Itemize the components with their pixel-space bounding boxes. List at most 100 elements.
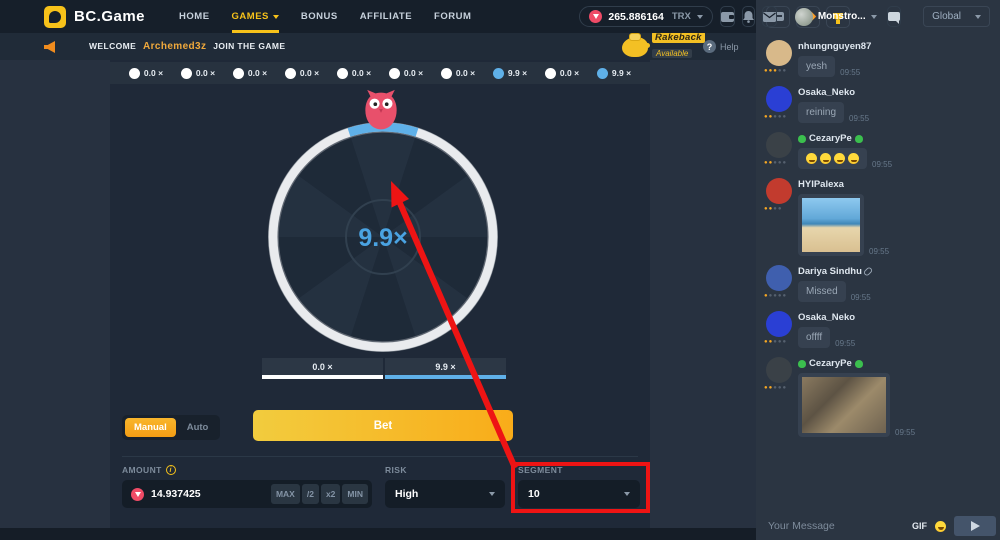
chat-username[interactable]: CezaryPe xyxy=(809,358,852,369)
balance-pill[interactable]: 265.886164 TRX xyxy=(579,6,712,27)
laughing-emoji-icon xyxy=(820,153,831,164)
chat-username[interactable]: Osaka_Neko xyxy=(798,312,855,323)
help-label: Help xyxy=(720,42,739,52)
link-icon xyxy=(863,266,874,277)
messages-button[interactable] xyxy=(762,6,777,27)
chat-username[interactable]: Osaka_Neko xyxy=(798,87,855,98)
balance-value: 265.886164 xyxy=(608,11,663,23)
banner-text: WELCOME Archemed3z JOIN THE GAME xyxy=(89,41,285,52)
avatar[interactable] xyxy=(766,178,792,204)
multiplier-value: 0.0 × xyxy=(300,68,319,78)
rakeback-widget[interactable]: Rakeback Available xyxy=(622,33,705,60)
chat-channel-dropdown[interactable]: Global xyxy=(923,6,990,27)
wheel-game-panel: 0.0 × 0.0 × 0.0 × 0.0 × xyxy=(110,60,650,528)
chat-image-attachment[interactable] xyxy=(798,194,864,256)
notifications-button[interactable] xyxy=(742,6,755,27)
chat-message-input[interactable]: Your Message xyxy=(768,520,904,532)
history-chip[interactable]: 9.9 × xyxy=(597,68,631,79)
payout-bar[interactable]: 0.0 × xyxy=(262,358,383,379)
avatar[interactable] xyxy=(766,357,792,383)
auto-mode-button[interactable]: Auto xyxy=(178,418,218,437)
message-timestamp: 09:55 xyxy=(849,114,869,123)
avatar[interactable] xyxy=(766,265,792,291)
chevron-down-icon xyxy=(871,15,877,19)
info-icon[interactable] xyxy=(166,465,176,475)
dim-badge-icons: ●●● xyxy=(773,339,787,345)
user-badges: ●●●●● xyxy=(764,293,798,299)
multiplier-value: 0.0 × xyxy=(456,68,475,78)
nav-link[interactable]: HOME xyxy=(179,0,210,33)
avatar[interactable] xyxy=(766,86,792,112)
nav-link[interactable]: GAMES xyxy=(232,0,279,33)
bet-button[interactable]: Bet xyxy=(253,410,513,441)
risk-dropdown[interactable]: High xyxy=(385,480,505,508)
owl-mascot-icon xyxy=(358,88,404,134)
nav-link[interactable]: BONUS xyxy=(301,0,338,33)
payout-underline xyxy=(385,375,506,379)
history-chip[interactable]: 0.0 × xyxy=(337,68,371,79)
chat-channel-value: Global xyxy=(932,11,961,22)
gif-button[interactable]: GIF xyxy=(912,521,927,531)
chat-username[interactable]: CezaryPe xyxy=(809,133,852,144)
nav-link[interactable]: FORUM xyxy=(434,0,471,33)
amount-quick-button[interactable]: MAX xyxy=(271,484,300,504)
history-chip[interactable]: 0.0 × xyxy=(545,68,579,79)
gold-badge-icons: ●● xyxy=(764,339,773,345)
send-button[interactable] xyxy=(954,516,996,536)
user-menu[interactable]: Monstro... xyxy=(795,8,877,26)
dim-badge-icons: ●● xyxy=(778,68,787,74)
chat-header: Global xyxy=(756,0,1000,33)
risk-label: RISK xyxy=(385,465,407,475)
avatar[interactable] xyxy=(766,40,792,66)
amount-input[interactable]: 14.937425 MAX /2 x2 MIN xyxy=(122,480,372,508)
history-chip[interactable]: 9.9 × xyxy=(493,68,527,79)
amount-quick-button[interactable]: /2 xyxy=(302,484,319,504)
history-chip[interactable]: 0.0 × xyxy=(389,68,423,79)
avatar[interactable] xyxy=(766,311,792,337)
chat-username[interactable]: Dariya Sindhu xyxy=(798,266,862,277)
nav-link[interactable]: AFFILIATE xyxy=(360,0,412,33)
laughing-emoji-icon xyxy=(806,153,817,164)
chat-panel: Global ●●●●● nhungnguyen xyxy=(756,0,1000,540)
multiplier-dot-icon xyxy=(285,68,296,79)
history-chip[interactable]: 0.0 × xyxy=(181,68,215,79)
user-badges: ●●●●● xyxy=(764,160,798,166)
chat-toggle-button[interactable] xyxy=(887,6,901,27)
multiplier-value: 9.9 × xyxy=(612,68,631,78)
payout-label: 0.0 × xyxy=(262,358,383,375)
gold-badge-icons: ●● xyxy=(764,160,773,166)
user-badges: ●●●●● xyxy=(764,114,798,120)
chat-message-bubble: Missed xyxy=(798,281,846,302)
help-button[interactable]: ? Help xyxy=(703,33,739,60)
history-chip[interactable]: 0.0 × xyxy=(233,68,267,79)
chat-username[interactable]: nhungnguyen87 xyxy=(798,41,871,52)
piggy-bank-icon xyxy=(622,37,648,57)
payout-bar[interactable]: 9.9 × xyxy=(385,358,506,379)
brand[interactable]: BC.Game xyxy=(44,6,145,28)
alien-icon xyxy=(855,135,863,143)
multiplier-dot-icon xyxy=(337,68,348,79)
alien-icon xyxy=(798,360,806,368)
history-chip[interactable]: 0.0 × xyxy=(441,68,475,79)
chat-message: ●●●●● CezaryPe xyxy=(764,130,992,169)
bell-icon xyxy=(743,11,754,23)
message-timestamp: 09:55 xyxy=(872,160,892,169)
question-icon: ? xyxy=(703,40,716,53)
chat-image-attachment[interactable] xyxy=(798,373,890,437)
history-chip[interactable]: 0.0 × xyxy=(285,68,319,79)
avatar[interactable] xyxy=(766,132,792,158)
amount-quick-button[interactable]: x2 xyxy=(321,484,340,504)
wallet-button[interactable] xyxy=(720,6,735,27)
nav-link-label: GAMES xyxy=(232,11,269,22)
history-chip[interactable]: 0.0 × xyxy=(129,68,163,79)
chat-username[interactable]: HYIPalexa xyxy=(798,179,844,190)
multiplier-value: 0.0 × xyxy=(196,68,215,78)
manual-mode-button[interactable]: Manual xyxy=(125,418,176,437)
send-icon xyxy=(971,521,980,531)
multiplier-dot-icon xyxy=(389,68,400,79)
emoji-picker-button[interactable] xyxy=(935,521,946,532)
dim-badge-icons: ●● xyxy=(773,206,782,212)
payout-underline xyxy=(262,375,383,379)
currency-label: TRX xyxy=(672,11,691,22)
amount-quick-button[interactable]: MIN xyxy=(342,484,368,504)
